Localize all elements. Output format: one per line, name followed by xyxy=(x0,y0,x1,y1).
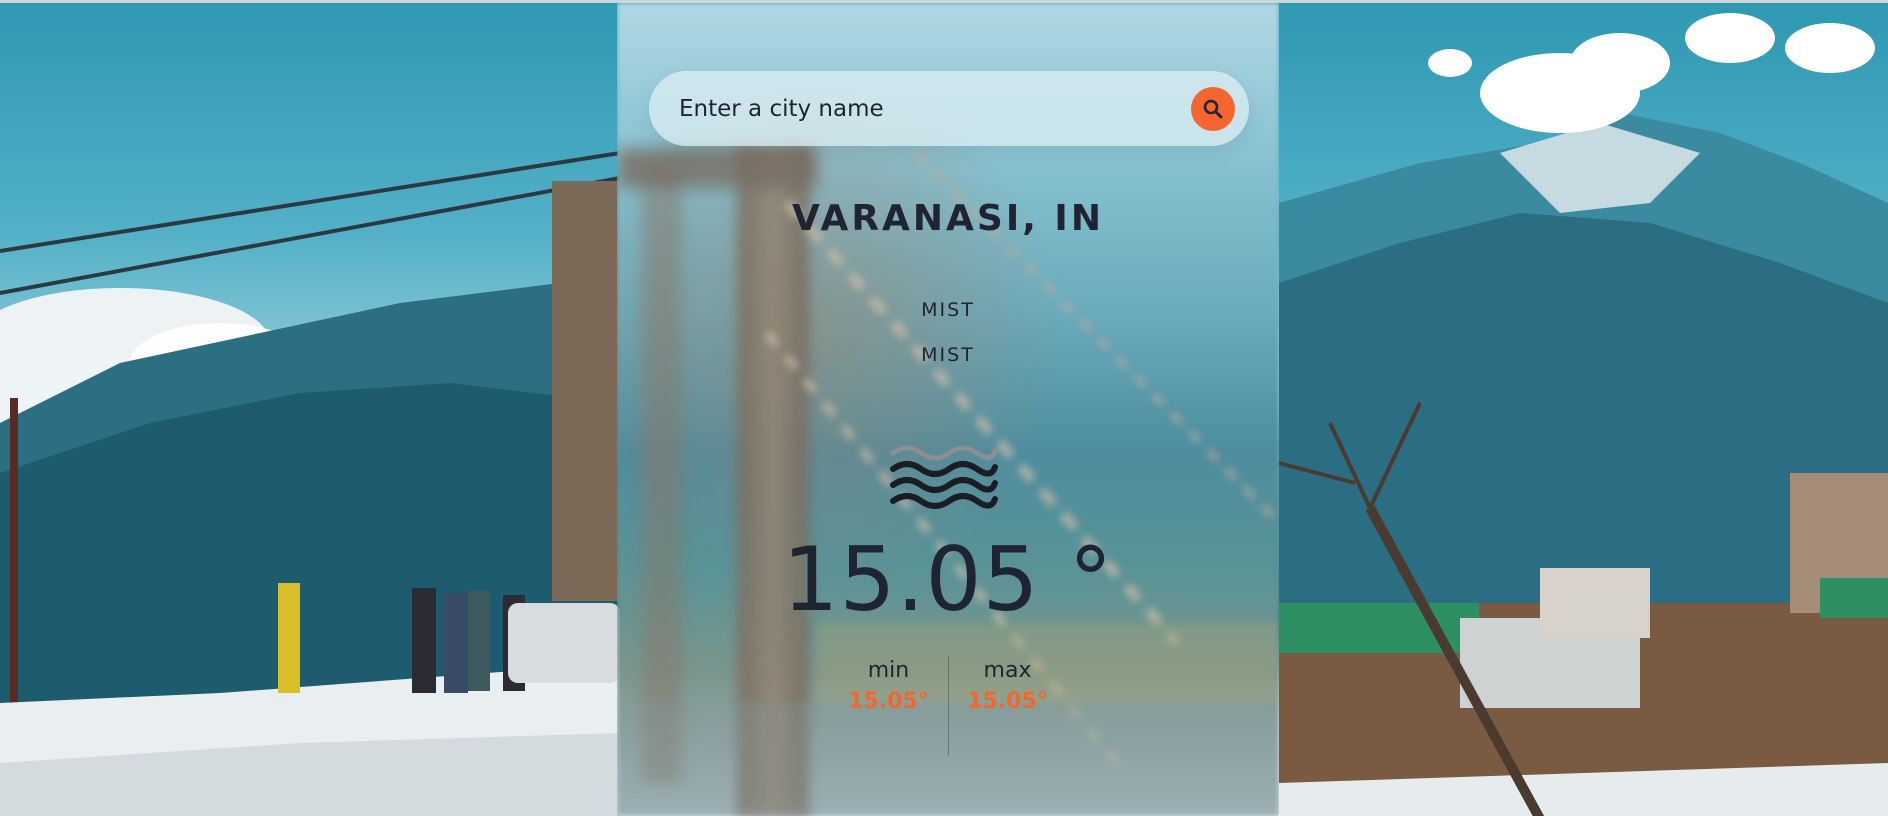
weather-condition-description: MIST xyxy=(921,344,975,366)
min-max-temperatures: min 15.05° max 15.05° xyxy=(617,656,1279,756)
max-value: 15.05° xyxy=(967,689,1048,714)
city-name: VARANASI, IN xyxy=(792,198,1104,239)
temperature-value: 15.05 ° xyxy=(782,528,1114,631)
search-bar xyxy=(649,71,1249,146)
search-icon xyxy=(1203,99,1223,119)
mist-icon xyxy=(890,445,998,509)
max-label: max xyxy=(983,658,1032,683)
search-button[interactable] xyxy=(1191,87,1235,131)
min-temperature: min 15.05° xyxy=(830,658,948,756)
city-search-input[interactable] xyxy=(679,95,1159,122)
min-value: 15.05° xyxy=(848,689,929,714)
weather-condition-main: MIST xyxy=(921,299,975,321)
max-temperature: max 15.05° xyxy=(949,658,1067,756)
weather-card: VARANASI, IN MIST MIST 15.05 ° min 15.05… xyxy=(617,3,1279,816)
min-label: min xyxy=(867,658,910,683)
